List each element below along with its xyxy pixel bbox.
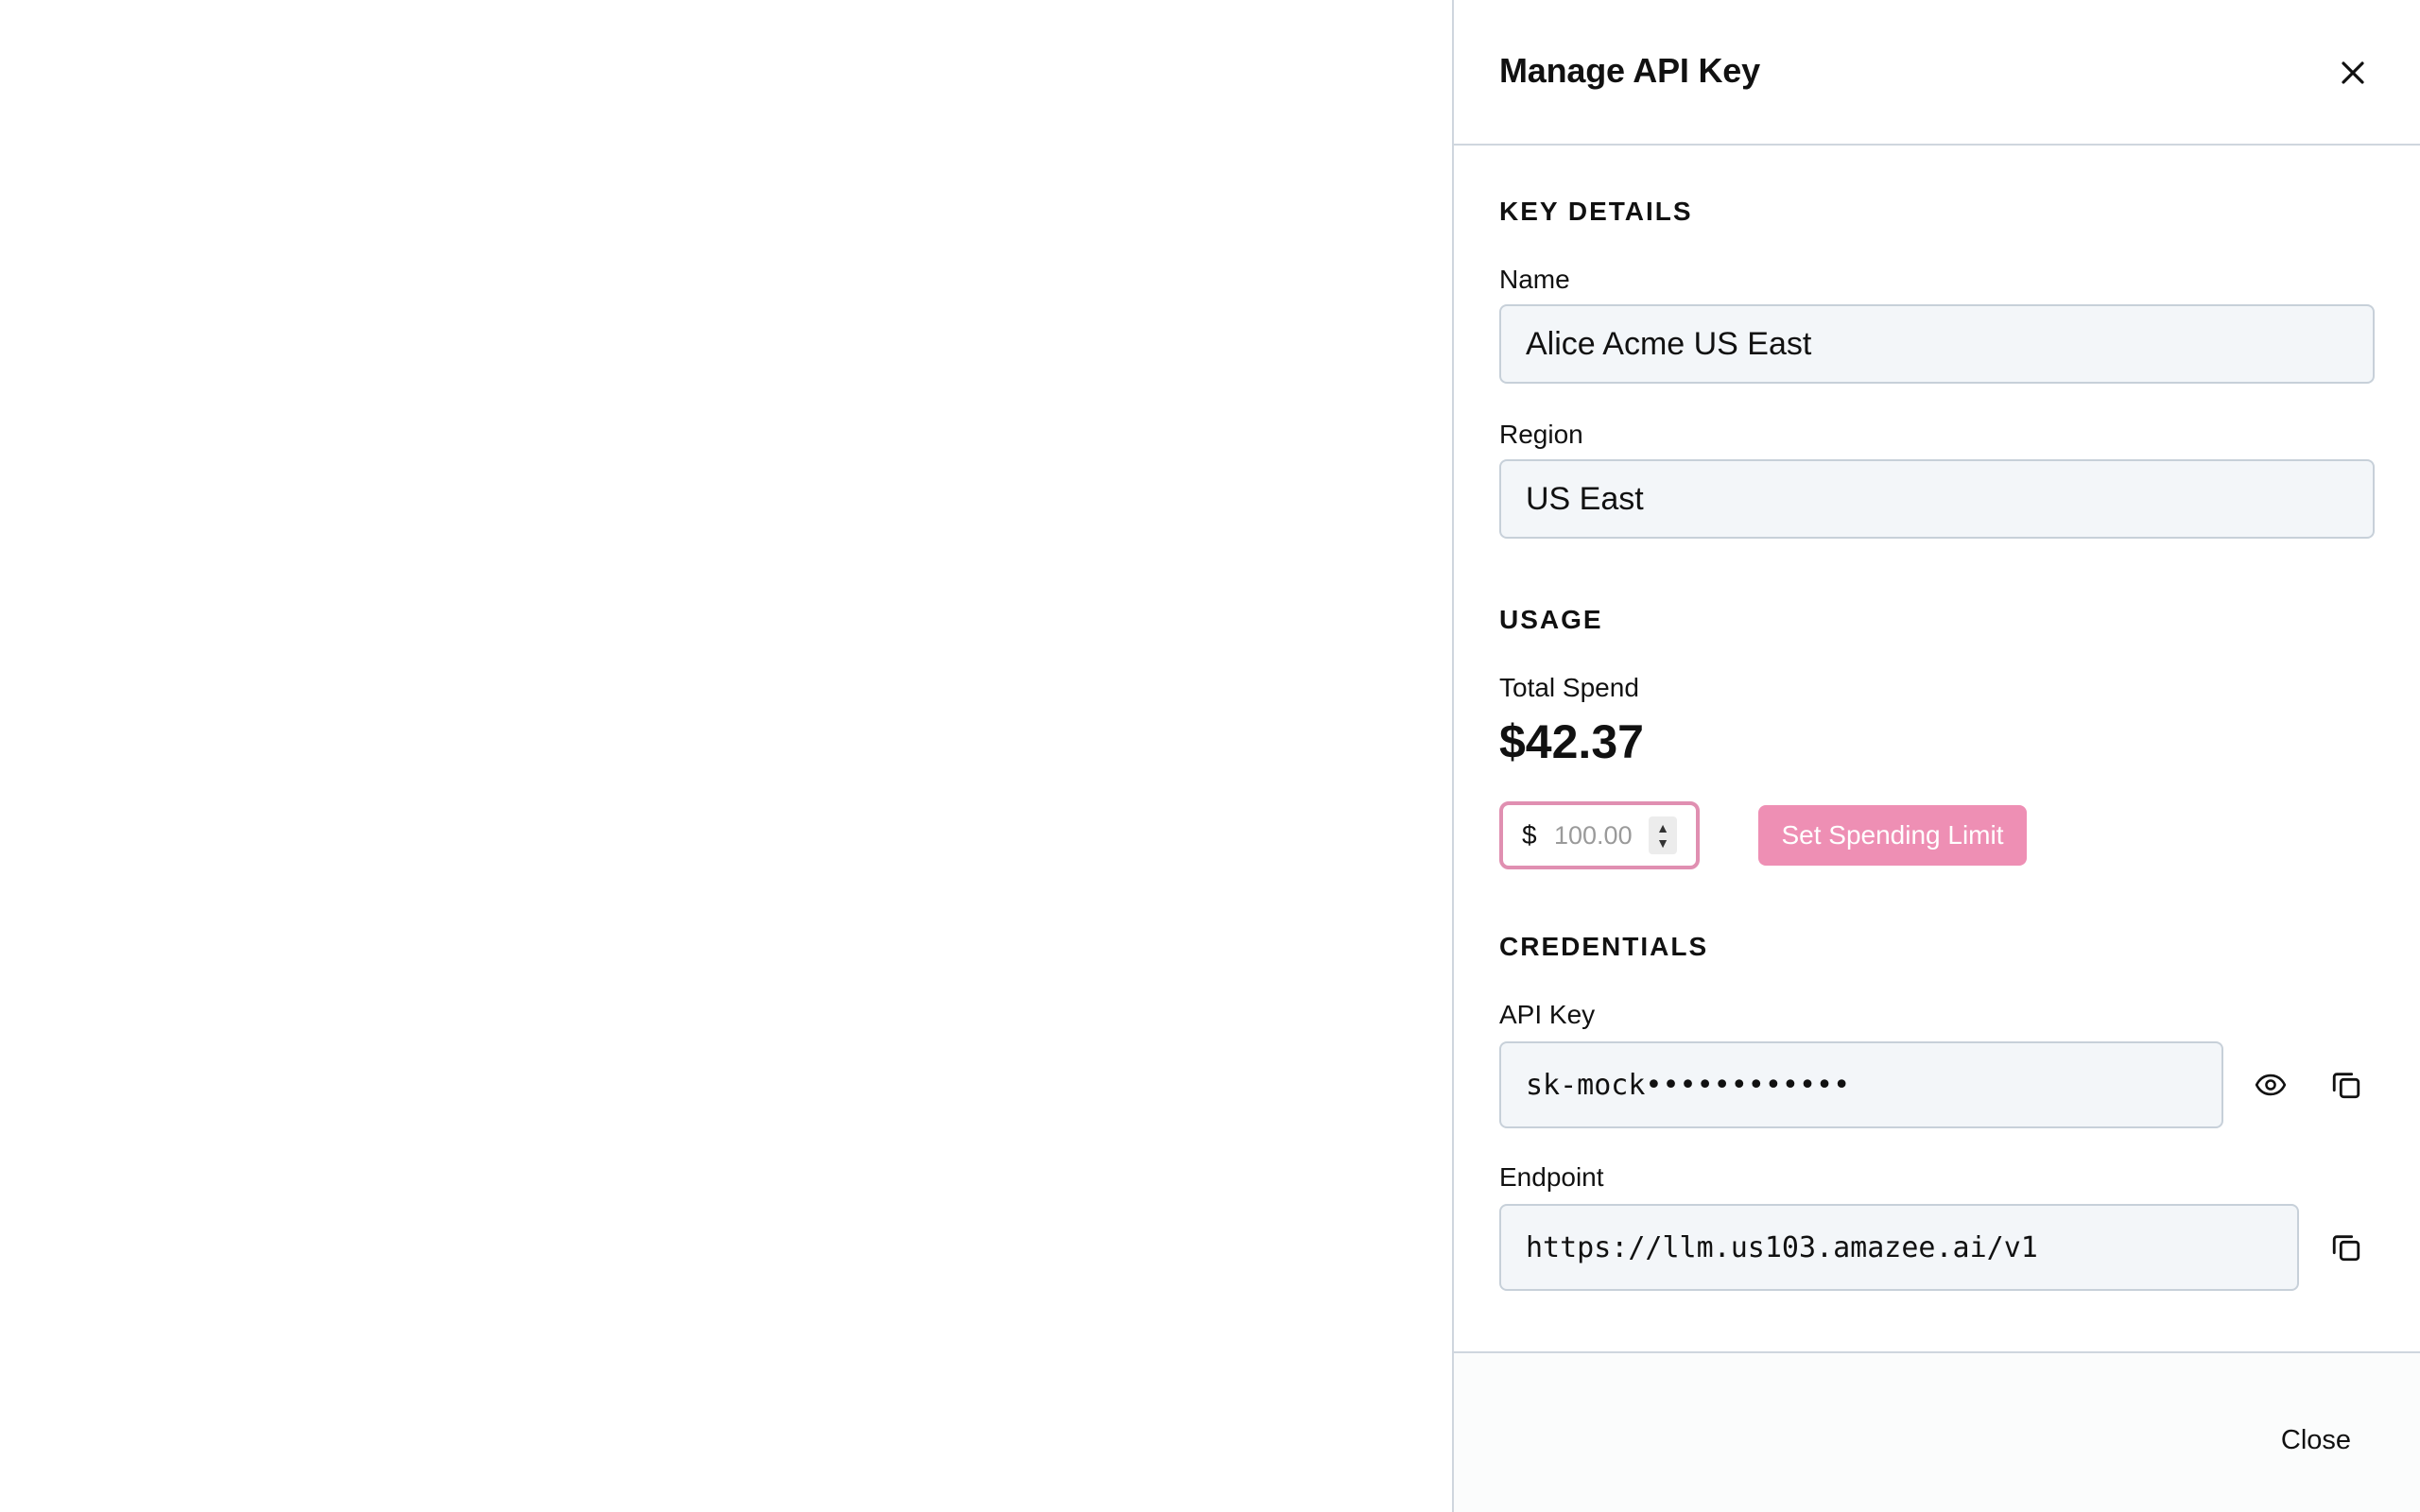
key-details-heading: KEY DETAILS [1499,197,1693,226]
usage-heading: USAGE [1499,605,1603,634]
endpoint-value: https://llm.us103.amazee.ai/v1 [1526,1230,2038,1264]
panel-title: Manage API Key [1499,51,1760,90]
api-key-label: API Key [1499,1000,1596,1029]
reveal-api-key-button[interactable] [2246,1060,2295,1109]
copy-endpoint-button[interactable] [2322,1223,2371,1272]
endpoint-label: Endpoint [1499,1162,1604,1192]
copy-api-key-button[interactable] [2322,1060,2371,1109]
page-backdrop[interactable] [0,0,1452,1512]
copy-icon [2332,1073,2360,1099]
close-panel-button[interactable] [2327,47,2378,98]
api-key-value: sk-mock•••••••••••• [1526,1068,1851,1102]
endpoint-field[interactable]: https://llm.us103.amazee.ai/v1 [1499,1204,2299,1291]
region-label: Region [1499,420,1583,449]
name-field[interactable]: Alice Acme US East [1499,304,2375,384]
copy-icon [2332,1235,2360,1262]
total-spend-value: $42.37 [1499,715,1644,768]
spending-limit-stepper[interactable]: ▲ ▼ [1649,816,1677,854]
region-field-value: US East [1526,480,1644,517]
eye-icon [2255,1074,2287,1096]
name-label: Name [1499,265,1570,294]
close-icon [2342,61,2364,84]
credentials-heading: CREDENTIALS [1499,932,1709,961]
stepper-up-icon[interactable]: ▲ [1656,820,1669,835]
panel-footer: Close [1454,1351,2420,1512]
set-spending-limit-button[interactable]: Set Spending Limit [1758,805,2027,866]
name-field-value: Alice Acme US East [1526,325,1812,362]
region-field[interactable]: US East [1499,459,2375,539]
total-spend-label: Total Spend [1499,673,1639,702]
stepper-down-icon[interactable]: ▼ [1656,835,1669,850]
spending-limit-input-group[interactable]: $ ▲ ▼ [1499,801,1700,869]
currency-symbol: $ [1522,820,1537,850]
api-key-field[interactable]: sk-mock•••••••••••• [1499,1041,2223,1128]
manage-api-key-panel: Manage API Key KEY DETAILS Name Alice Ac… [1452,0,2420,1512]
panel-header: Manage API Key [1454,0,2420,146]
close-button[interactable]: Close [2259,1416,2373,1465]
